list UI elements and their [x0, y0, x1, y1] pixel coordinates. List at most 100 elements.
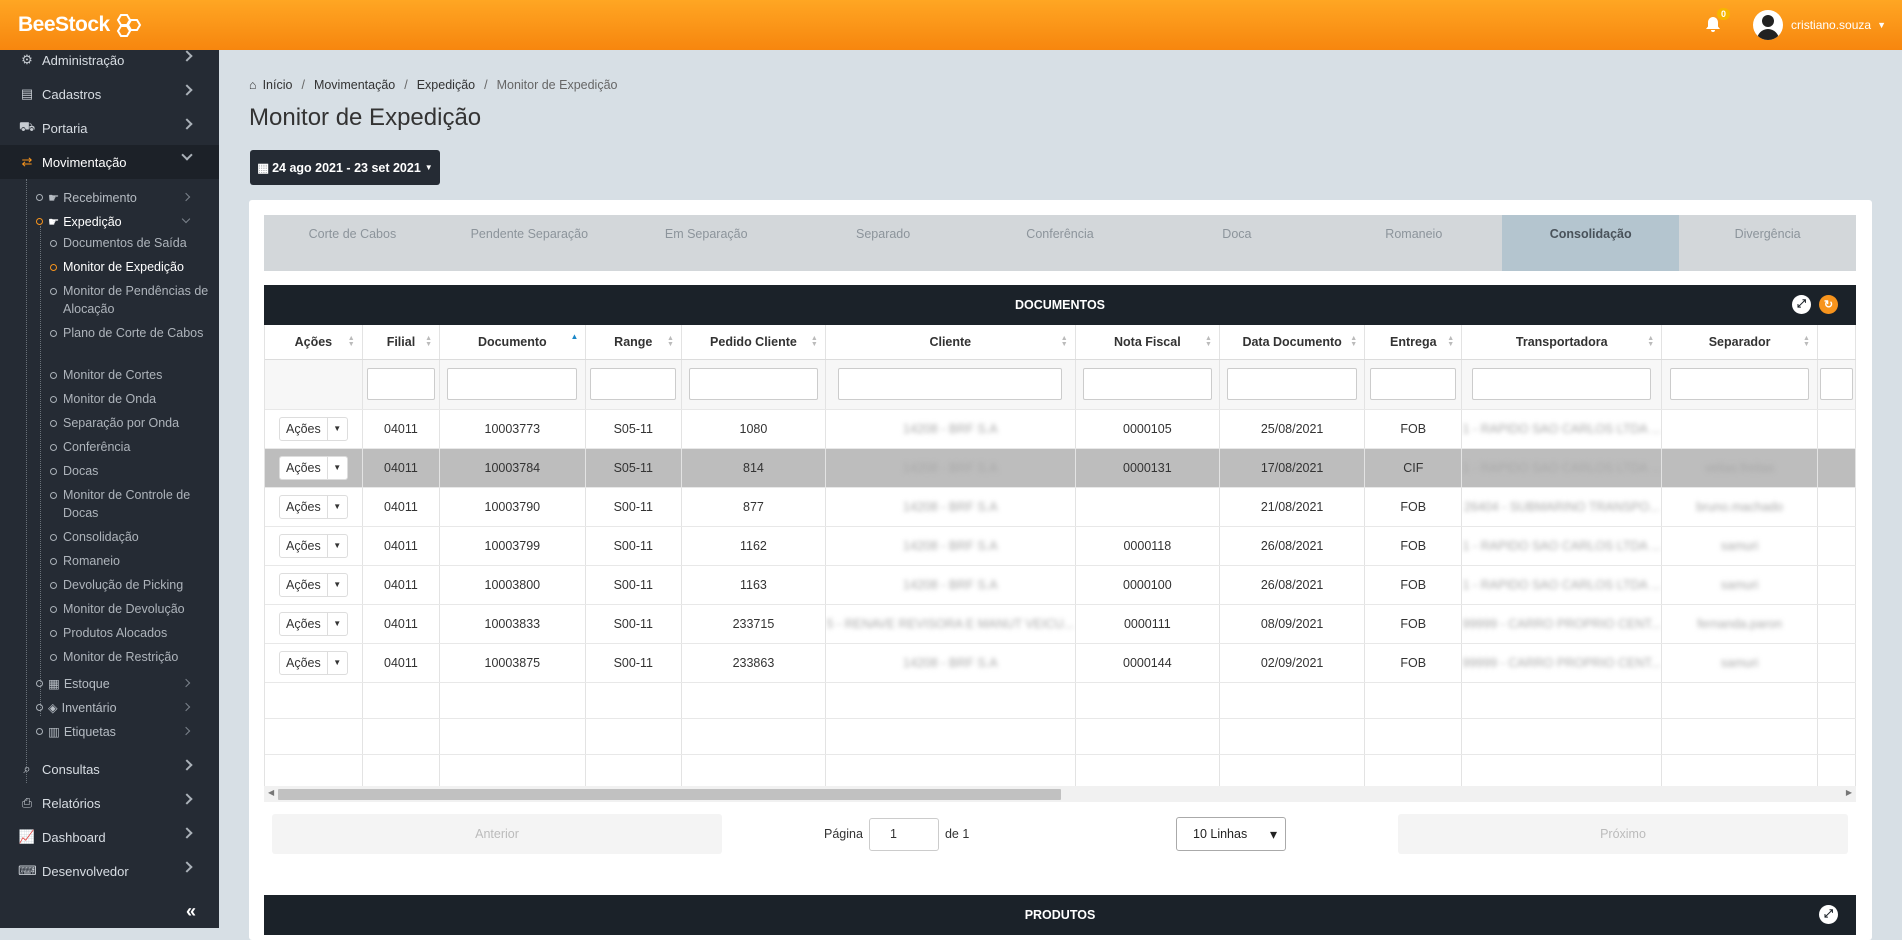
- menu-consolidacao[interactable]: Consolidação: [50, 528, 210, 546]
- caret-down-icon[interactable]: ▼: [326, 417, 347, 440]
- acoes-dropdown-button[interactable]: Ações ▼: [279, 650, 348, 675]
- tab-separado[interactable]: Separado: [795, 215, 972, 271]
- tab-conferencia[interactable]: Conferência: [972, 215, 1149, 271]
- horizontal-scrollbar[interactable]: ◀ ▶: [264, 786, 1856, 802]
- submenu-expedicao[interactable]: ☛ Expedição: [36, 214, 191, 229]
- acoes-dropdown-button[interactable]: Ações ▼: [279, 455, 348, 480]
- caret-down-icon[interactable]: ▼: [326, 651, 347, 674]
- menu-monitor-de-pendencias[interactable]: Monitor de Pendências de Alocação: [50, 282, 210, 318]
- column-header-data-documento[interactable]: Data Documento ▲ ▼: [1219, 325, 1366, 360]
- app-logo[interactable]: BeeStock: [18, 13, 143, 37]
- tab-consolidacao[interactable]: Consolidação: [1502, 215, 1680, 271]
- sidebar-item-desenvolvedor[interactable]: ⌨ Desenvolvedor: [0, 854, 219, 888]
- tab-em-separacao[interactable]: Em Separação: [618, 215, 795, 271]
- table-row[interactable]: Ações ▼ 04011 10003833 S00-11 233715 5 - RENAV…: [265, 604, 1856, 644]
- caret-down-icon[interactable]: ▼: [326, 495, 347, 518]
- menu-conferencia[interactable]: Conferência: [50, 438, 210, 456]
- sidebar-item-cadastros[interactable]: ▤ Cadastros: [0, 77, 219, 111]
- sidebar-item-portaria[interactable]: ⛟ Portaria: [0, 111, 219, 145]
- tab-doca[interactable]: Doca: [1148, 215, 1325, 271]
- column-header-entrega[interactable]: Entrega ▲ ▼: [1364, 325, 1463, 360]
- menu-docas[interactable]: Docas: [50, 462, 210, 480]
- expand-icon[interactable]: ⤢: [1792, 295, 1811, 314]
- column-header-filial[interactable]: Filial ▲ ▼: [362, 325, 441, 360]
- menu-monitor-de-restricao[interactable]: Monitor de Restrição: [50, 648, 210, 666]
- filter-input-nota-fiscal[interactable]: [1082, 368, 1212, 400]
- filter-input-separador[interactable]: [1669, 368, 1810, 400]
- user-avatar[interactable]: [1753, 10, 1784, 40]
- filter-input-filial[interactable]: [366, 368, 436, 400]
- username-label[interactable]: cristiano.souza: [1791, 18, 1871, 32]
- expand-icon[interactable]: ⤢: [1819, 905, 1838, 924]
- filter-input-entrega[interactable]: [1370, 368, 1457, 400]
- column-header-transportadora[interactable]: Transportadora ▲ ▼: [1461, 325, 1663, 360]
- menu-produtos-alocados[interactable]: Produtos Alocados: [50, 624, 210, 642]
- column-header-range[interactable]: Range ▲ ▼: [585, 325, 683, 360]
- menu-documentos-de-saida[interactable]: Documentos de Saída: [50, 234, 210, 252]
- table-row[interactable]: Ações ▼ 04011 10003773 S05-11 1080 14208 - BRF…: [265, 409, 1856, 449]
- tab-pendente-separacao[interactable]: Pendente Separação: [441, 215, 618, 271]
- page-number-input[interactable]: 1: [868, 817, 939, 851]
- next-page-button[interactable]: Próximo: [1398, 814, 1848, 854]
- sidebar-item-administracao[interactable]: ⚙ Administração: [0, 43, 219, 77]
- menu-romaneio[interactable]: Romaneio: [50, 552, 210, 570]
- notifications-bell-icon[interactable]: 0: [1705, 8, 1731, 34]
- filter-input-cliente[interactable]: [838, 368, 1063, 400]
- prev-page-button[interactable]: Anterior: [272, 814, 722, 854]
- submenu-recebimento[interactable]: ☛ Recebimento: [36, 190, 191, 205]
- filter-input-range[interactable]: [590, 368, 677, 400]
- tab-romaneio[interactable]: Romaneio: [1325, 215, 1502, 271]
- tab-corte-de-cabos[interactable]: Corte de Cabos: [264, 215, 441, 271]
- submenu-inventario[interactable]: ◈ Inventário: [36, 700, 191, 715]
- acoes-dropdown-button[interactable]: Ações ▼: [279, 533, 348, 558]
- column-header-pedido-cliente[interactable]: Pedido Cliente ▲ ▼: [681, 325, 826, 360]
- scroll-left-icon[interactable]: ◀: [268, 788, 274, 797]
- menu-monitor-de-cortes[interactable]: Monitor de Cortes: [50, 366, 210, 384]
- caret-down-icon[interactable]: ▼: [326, 612, 347, 635]
- caret-down-icon[interactable]: ▼: [326, 573, 347, 596]
- rows-per-page-select[interactable]: 10 Linhas: [1176, 817, 1286, 851]
- breadcrumb-inicio[interactable]: Início: [263, 78, 293, 92]
- column-header-acoes[interactable]: Ações ▲ ▼: [265, 325, 363, 360]
- menu-monitor-de-expedicao[interactable]: Monitor de Expedição: [50, 258, 210, 276]
- table-row[interactable]: Ações ▼ 04011 10003784 S05-11 814 14208 - BRF …: [265, 448, 1856, 488]
- column-header-nota-fiscal[interactable]: Nota Fiscal ▲ ▼: [1075, 325, 1220, 360]
- menu-monitor-de-onda[interactable]: Monitor de Onda: [50, 390, 210, 408]
- menu-separacao-por-onda[interactable]: Separação por Onda: [50, 414, 210, 432]
- submenu-estoque[interactable]: ▦ Estoque: [36, 676, 191, 691]
- caret-down-icon[interactable]: ▼: [326, 534, 347, 557]
- table-row[interactable]: Ações ▼ 04011 10003800 S00-11 1163 14208 - BRF…: [265, 565, 1856, 605]
- table-row[interactable]: Ações ▼ 04011 10003799 S00-11 1162 14208 - BRF…: [265, 526, 1856, 566]
- sidebar-item-consultas[interactable]: ⌕ Consultas: [0, 752, 219, 786]
- filter-input-transportadora[interactable]: [1472, 368, 1652, 400]
- acoes-dropdown-button[interactable]: Ações ▼: [279, 416, 348, 441]
- filter-input-data-documento[interactable]: [1227, 368, 1358, 400]
- scrollbar-thumb[interactable]: [278, 789, 1061, 800]
- menu-monitor-controle-docas[interactable]: Monitor de Controle de Docas: [50, 486, 210, 522]
- sidebar-item-relatorios[interactable]: ⎙ Relatórios: [0, 786, 219, 820]
- column-header-documento[interactable]: Documento ▲: [439, 325, 586, 360]
- caret-down-icon[interactable]: ▼: [326, 456, 347, 479]
- column-header-separador[interactable]: Separador ▲ ▼: [1661, 325, 1819, 360]
- acoes-dropdown-button[interactable]: Ações ▼: [279, 611, 348, 636]
- date-range-button[interactable]: ▦ 24 ago 2021 - 23 set 2021 ▼: [250, 150, 440, 185]
- table-row[interactable]: Ações ▼ 04011 10003875 S00-11 233863 14208 - B…: [265, 643, 1856, 683]
- column-header-cliente[interactable]: Cliente ▲ ▼: [825, 325, 1076, 360]
- acoes-dropdown-button[interactable]: Ações ▼: [279, 572, 348, 597]
- refresh-icon[interactable]: ↻: [1819, 295, 1838, 314]
- filter-input-documento[interactable]: [447, 368, 578, 400]
- menu-monitor-de-devolucao[interactable]: Monitor de Devolução: [50, 600, 210, 618]
- filter-input-extra[interactable]: [1819, 368, 1854, 400]
- breadcrumb-expedicao[interactable]: Expedição: [417, 78, 475, 92]
- sidebar-item-dashboard[interactable]: 📈 Dashboard: [0, 820, 219, 854]
- sidebar-collapse-button[interactable]: «: [186, 901, 196, 922]
- menu-plano-de-corte[interactable]: Plano de Corte de Cabos: [50, 324, 210, 342]
- table-row[interactable]: Ações ▼ 04011 10003790 S00-11 877 14208 - BRF …: [265, 487, 1856, 527]
- scroll-right-icon[interactable]: ▶: [1846, 788, 1852, 797]
- menu-devolucao-de-picking[interactable]: Devolução de Picking: [50, 576, 210, 594]
- sidebar-item-movimentacao[interactable]: ⇄ Movimentação: [0, 145, 219, 179]
- tab-divergencia[interactable]: Divergência: [1679, 215, 1856, 271]
- breadcrumb-movimentacao[interactable]: Movimentação: [314, 78, 395, 92]
- submenu-etiquetas[interactable]: ▥ Etiquetas: [36, 724, 191, 739]
- filter-input-pedido-cliente[interactable]: [689, 368, 818, 400]
